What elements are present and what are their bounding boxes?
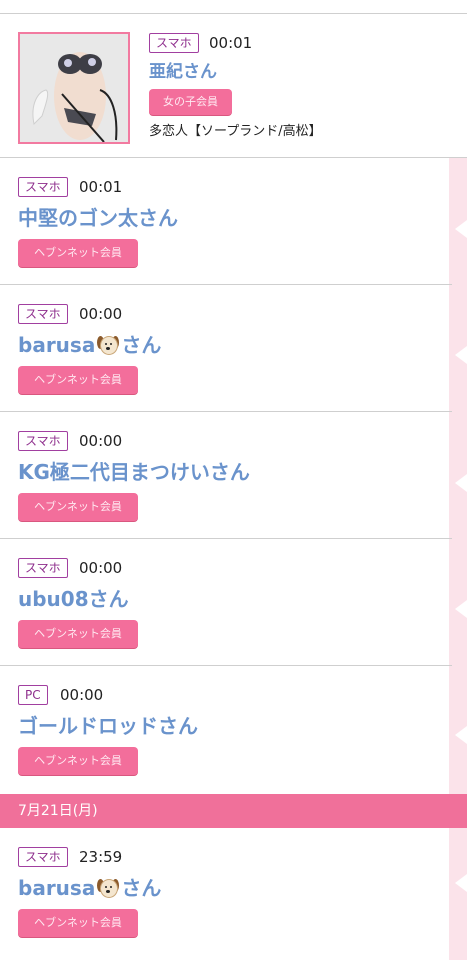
device-badge: PC	[18, 685, 48, 705]
user-name-link[interactable]: barusa さん	[18, 875, 161, 901]
post-time: 00:00	[60, 686, 104, 704]
post-time: 23:59	[79, 848, 123, 866]
post-time: 00:00	[79, 305, 123, 323]
member-type-badge[interactable]: 女の子会員	[149, 89, 232, 115]
member-type-badge[interactable]: ヘブンネット会員	[18, 747, 138, 775]
device-badge: スマホ	[18, 177, 68, 197]
member-type-badge[interactable]: ヘブンネット会員	[18, 239, 138, 267]
post-time: 00:01	[209, 34, 253, 52]
post-time: 00:00	[79, 432, 123, 450]
device-badge: スマホ	[149, 33, 199, 53]
user-name-suffix: さん	[121, 333, 162, 357]
list-item[interactable]: スマホ 23:59 barusa さん ヘブンネット会員	[0, 828, 467, 960]
user-name-link[interactable]: barusa さん	[18, 332, 161, 358]
dog-face-icon	[96, 877, 120, 899]
user-name-link[interactable]: ubu08さん	[18, 586, 129, 612]
user-name-link[interactable]: KG極二代目まつけいさん	[18, 459, 250, 485]
user-name-link[interactable]: ゴールドロッドさん	[18, 713, 198, 739]
profile-photo-image	[20, 34, 128, 142]
user-name-link[interactable]: 中堅のゴン太さん	[18, 205, 178, 231]
member-type-badge[interactable]: ヘブンネット会員	[18, 620, 138, 648]
list-item[interactable]: PC 00:00 ゴールドロッドさん ヘブンネット会員	[0, 666, 467, 794]
device-badge: スマホ	[18, 847, 68, 867]
featured-entry[interactable]: スマホ 00:01 亜紀さん 女の子会員 多恋人【ソープランド/高松】	[0, 14, 467, 158]
device-badge: スマホ	[18, 304, 68, 324]
date-separator: 7月21日(月)	[0, 794, 467, 828]
member-type-badge[interactable]: ヘブンネット会員	[18, 909, 138, 937]
dog-face-icon	[96, 334, 120, 356]
list-item[interactable]: スマホ 00:00 ubu08さん ヘブンネット会員	[0, 539, 467, 666]
shop-name[interactable]: 多恋人【ソープランド/高松】	[149, 122, 322, 142]
user-name-prefix: barusa	[18, 876, 96, 900]
user-name-link[interactable]: 亜紀さん	[149, 59, 217, 85]
user-name-suffix: さん	[121, 876, 162, 900]
device-badge: スマホ	[18, 558, 68, 578]
profile-thumbnail[interactable]	[18, 32, 130, 144]
list-item[interactable]: スマホ 00:00 KG極二代目まつけいさん ヘブンネット会員	[0, 412, 467, 539]
list-item[interactable]: スマホ 00:00 barusa さん ヘブンネット会員	[0, 285, 467, 412]
member-type-badge[interactable]: ヘブンネット会員	[18, 493, 138, 521]
post-time: 00:00	[79, 559, 123, 577]
list-item[interactable]: スマホ 00:01 中堅のゴン太さん ヘブンネット会員	[0, 158, 467, 285]
device-badge: スマホ	[18, 431, 68, 451]
post-time: 00:01	[79, 178, 123, 196]
member-type-badge[interactable]: ヘブンネット会員	[18, 366, 138, 394]
user-name-prefix: barusa	[18, 333, 96, 357]
